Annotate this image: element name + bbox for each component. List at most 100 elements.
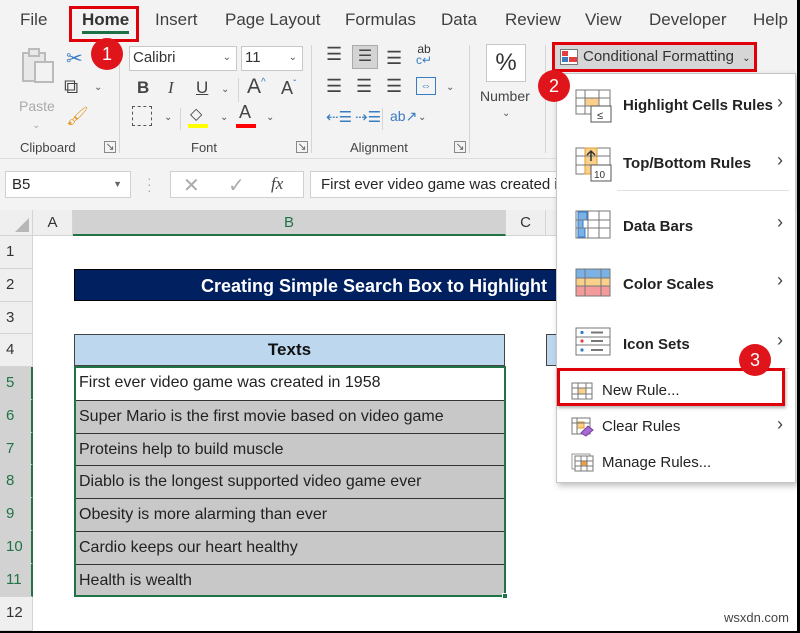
- clipboard-launcher-icon[interactable]: ↘: [104, 141, 116, 153]
- merge-center-icon[interactable]: ⇔: [416, 77, 436, 95]
- tab-developer[interactable]: Developer: [649, 10, 727, 30]
- table-row[interactable]: Health is wealth: [74, 564, 505, 597]
- excel-window: File Home Insert Page Layout Formulas Da…: [0, 0, 797, 631]
- step-badge-2: 2: [538, 70, 570, 102]
- align-right-icon[interactable]: ☰: [386, 76, 402, 97]
- middle-align-icon[interactable]: ☰: [352, 45, 378, 69]
- table-row[interactable]: Cardio keeps our heart healthy: [74, 531, 505, 564]
- data-bars-icon: [575, 210, 611, 239]
- copy-dropdown-icon[interactable]: ⌄: [94, 82, 102, 93]
- menu-item-label: Highlight Cells Rules: [623, 97, 774, 114]
- top-bottom-rules-icon: 10: [575, 147, 612, 182]
- table-row[interactable]: First ever video game was created in 195…: [74, 367, 505, 400]
- row-header-5[interactable]: 5: [0, 367, 33, 400]
- insert-function-icon[interactable]: fx: [271, 174, 283, 194]
- fill-handle[interactable]: [502, 593, 508, 599]
- align-left-icon[interactable]: ☰: [326, 76, 342, 97]
- wrap-text-icon[interactable]: ab c↵: [416, 43, 432, 66]
- font-color-icon[interactable]: A: [236, 102, 256, 128]
- cut-icon[interactable]: ✂: [66, 46, 83, 71]
- number-format-button[interactable]: % Number ⌄: [480, 44, 538, 122]
- column-header-a[interactable]: A: [33, 210, 73, 236]
- name-box[interactable]: B5 ▼: [5, 171, 131, 198]
- table-header-cell[interactable]: Texts: [74, 334, 505, 366]
- column-header-b[interactable]: B: [73, 210, 506, 236]
- bottom-align-icon[interactable]: ☰: [386, 48, 402, 69]
- menu-item-clear-rules[interactable]: Clear Rules ›: [557, 412, 795, 442]
- format-painter-icon[interactable]: 🖌: [66, 106, 89, 127]
- row-header-9[interactable]: 9: [0, 498, 33, 531]
- borders-icon[interactable]: [132, 106, 152, 126]
- underline-button[interactable]: U: [196, 78, 208, 98]
- italic-button[interactable]: I: [168, 78, 174, 98]
- table-row[interactable]: Diablo is the longest supported video ga…: [74, 465, 505, 498]
- tab-formulas[interactable]: Formulas: [345, 10, 416, 30]
- row-header-6[interactable]: 6: [0, 400, 33, 433]
- merge-dropdown-icon[interactable]: ⌄: [446, 82, 454, 93]
- tab-data[interactable]: Data: [441, 10, 477, 30]
- underline-dropdown-icon[interactable]: ⌄: [221, 84, 229, 95]
- menu-item-top-bottom-rules[interactable]: 10 Top/Bottom Rules ›: [557, 144, 795, 184]
- row-header-3[interactable]: 3: [0, 302, 33, 334]
- conditional-formatting-button[interactable]: Conditional Formatting ⌄: [552, 42, 757, 72]
- percent-icon: %: [486, 44, 526, 82]
- orientation-dropdown-icon[interactable]: ⌄: [418, 112, 426, 123]
- cancel-icon[interactable]: ✕: [183, 173, 200, 198]
- tab-view[interactable]: View: [585, 10, 622, 30]
- tab-file[interactable]: File: [20, 10, 47, 30]
- row-header-7[interactable]: 7: [0, 433, 33, 465]
- menu-item-highlight-cells-rules[interactable]: ≤ Highlight Cells Rules ›: [557, 86, 795, 126]
- table-row[interactable]: Super Mario is the first movie based on …: [74, 400, 505, 433]
- paste-button[interactable]: Paste ⌄: [18, 48, 58, 131]
- row-header-4[interactable]: 4: [0, 334, 33, 367]
- chevron-right-icon: ›: [777, 270, 783, 290]
- menu-item-label: Top/Bottom Rules: [623, 155, 752, 172]
- select-all-button[interactable]: [0, 210, 33, 236]
- font-color-dropdown-icon[interactable]: ⌄: [266, 112, 274, 123]
- chevron-right-icon: ›: [777, 212, 783, 232]
- tab-insert[interactable]: Insert: [155, 10, 198, 30]
- tab-review[interactable]: Review: [505, 10, 561, 30]
- enter-icon[interactable]: ✓: [228, 173, 245, 198]
- menu-item-manage-rules[interactable]: Manage Rules...: [557, 448, 795, 478]
- sheet-title-cell[interactable]: Creating Simple Search Box to Highlight: [74, 269, 564, 301]
- borders-dropdown-icon[interactable]: ⌄: [164, 112, 172, 123]
- clipboard-group-label: Clipboard: [20, 140, 76, 155]
- menu-item-data-bars[interactable]: Data Bars ›: [557, 206, 795, 246]
- alignment-launcher-icon[interactable]: ↘: [454, 141, 466, 153]
- row-header-1[interactable]: 1: [0, 236, 33, 269]
- font-name-dropdown[interactable]: Calibri ⌄: [129, 46, 237, 71]
- row-header-8[interactable]: 8: [0, 465, 33, 498]
- increase-indent-icon[interactable]: ⇢☰: [355, 108, 381, 126]
- menu-item-label: Data Bars: [623, 218, 694, 235]
- orientation-icon[interactable]: ab↗: [390, 108, 417, 125]
- fill-color-icon[interactable]: ◇: [188, 104, 208, 128]
- chevron-down-icon: ⌄: [222, 52, 231, 63]
- center-icon[interactable]: ☰: [356, 76, 372, 97]
- formula-input[interactable]: First ever video game was created in 195…: [310, 171, 570, 198]
- copy-icon[interactable]: ⧉: [64, 76, 78, 99]
- chevron-right-icon: ›: [777, 150, 783, 170]
- table-row[interactable]: Obesity is more alarming than ever: [74, 498, 505, 531]
- decrease-indent-icon[interactable]: ⇠☰: [326, 108, 352, 126]
- decrease-font-size-icon[interactable]: Aˇ: [281, 78, 296, 99]
- font-launcher-icon[interactable]: ↘: [296, 141, 308, 153]
- top-align-icon[interactable]: ☰: [326, 44, 342, 65]
- paste-dropdown-icon[interactable]: ⌄: [32, 120, 40, 131]
- font-size-dropdown[interactable]: 11 ⌄: [241, 46, 303, 71]
- fill-color-dropdown-icon[interactable]: ⌄: [220, 112, 228, 123]
- clipboard-paste-icon: [22, 48, 54, 83]
- svg-text:10: 10: [594, 170, 606, 181]
- bold-button[interactable]: B: [137, 78, 149, 98]
- column-header-c[interactable]: C: [506, 210, 546, 236]
- tab-help[interactable]: Help: [753, 10, 788, 30]
- divider: [238, 78, 239, 102]
- tab-page-layout[interactable]: Page Layout: [225, 10, 320, 30]
- row-header-11[interactable]: 11: [0, 564, 33, 597]
- increase-font-size-icon[interactable]: A^: [247, 75, 266, 99]
- row-header-12[interactable]: 12: [0, 597, 33, 631]
- row-header-2[interactable]: 2: [0, 269, 33, 302]
- menu-item-color-scales[interactable]: Color Scales ›: [557, 264, 795, 304]
- row-header-10[interactable]: 10: [0, 531, 33, 564]
- table-row[interactable]: Proteins help to build muscle: [74, 433, 505, 466]
